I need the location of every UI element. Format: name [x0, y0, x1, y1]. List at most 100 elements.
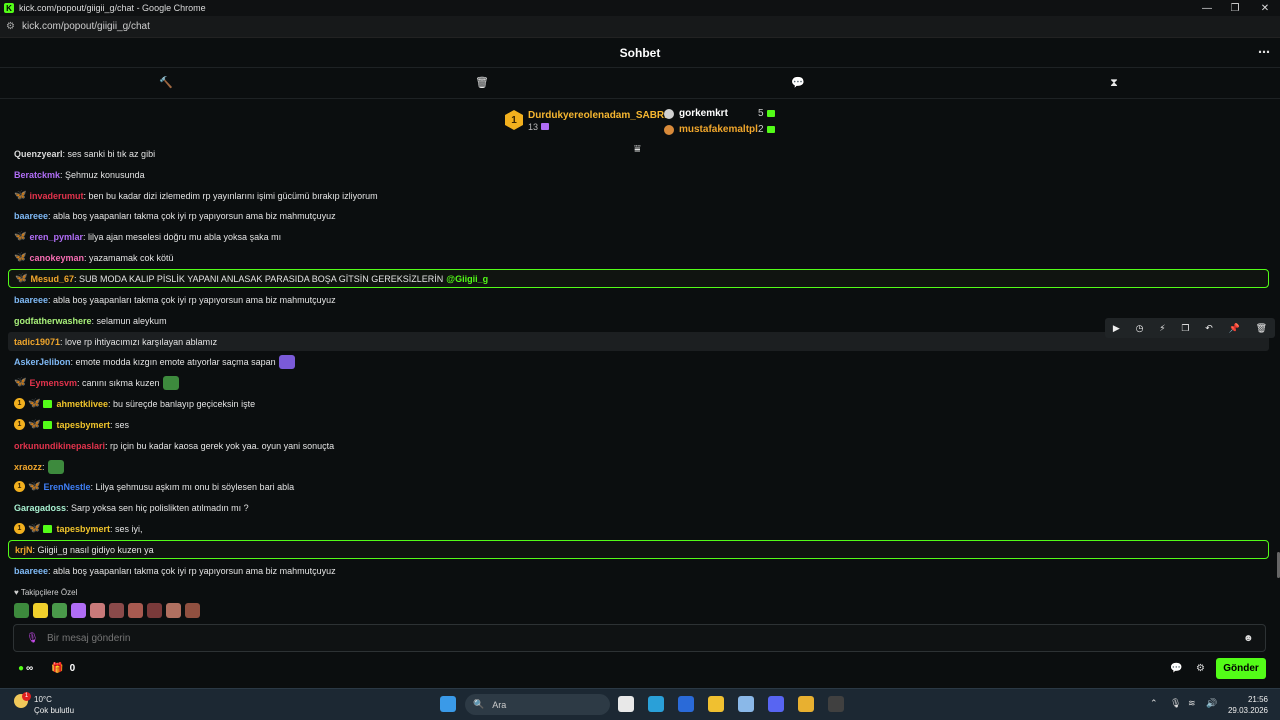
trash-icon[interactable]: 🗑 — [475, 76, 489, 90]
username[interactable]: ErenNestle — [43, 482, 90, 492]
taskbar-search[interactable]: 🔍 Ara — [465, 694, 610, 715]
hourglass-icon[interactable]: ⧗ — [1107, 76, 1121, 90]
chat-message[interactable]: godfatherwashere: selamun aleykum — [8, 311, 1269, 330]
username[interactable]: Beratckmk — [14, 170, 60, 180]
chat-message[interactable]: baareee: abla boş yaapanları takma çok i… — [8, 206, 1269, 225]
clock-icon[interactable]: ◷ — [1136, 323, 1144, 334]
wifi-icon[interactable]: ≋ — [1188, 698, 1196, 709]
more-options-icon[interactable]: ⋯ — [1258, 45, 1270, 59]
microphone-icon[interactable]: 🎙 — [1170, 698, 1181, 709]
username[interactable]: tapesbymert — [56, 420, 110, 430]
pepe-emote-icon[interactable] — [14, 603, 29, 618]
delete-icon[interactable]: 🗑 — [1256, 323, 1267, 334]
username[interactable]: krjN — [15, 545, 33, 555]
microphone-icon[interactable]: 🎙 — [26, 633, 39, 644]
pin-icon[interactable]: 📌 — [1229, 323, 1240, 334]
face-emote-icon[interactable] — [147, 603, 162, 618]
task-view-icon[interactable] — [618, 696, 634, 712]
undo-icon[interactable]: ↶ — [1205, 323, 1213, 334]
highlighted-chat-message[interactable]: 🦋 Mesud_67: SUB MODA KALIP PİSLİK YAPANI … — [8, 269, 1269, 288]
leaderboard-second[interactable]: gorkemkrt — [664, 108, 728, 119]
chat-message[interactable]: 1 🦋 ErenNestle: Lilya şehmusu aşkım mı onu… — [8, 477, 1269, 496]
volume-icon[interactable]: 🔊 — [1206, 698, 1217, 709]
weather-widget[interactable]: 1 10°C Çok bulutlu — [14, 692, 74, 716]
close-window-button[interactable]: ✕ — [1250, 0, 1280, 16]
chat-message[interactable]: baareee: abla boş yaapanları takma çok i… — [8, 290, 1269, 309]
message-composer[interactable]: 🎙 ☻ — [13, 624, 1266, 652]
gear-icon[interactable]: ⚙ — [1196, 663, 1205, 674]
chat-message[interactable]: Beratckmk: Şehmuz konusunda — [8, 165, 1269, 184]
username[interactable]: canokeyman — [29, 253, 84, 263]
chat-message[interactable]: Quenzyearl: ses sanki bi tık az gibi — [8, 146, 1269, 163]
windows-start-icon[interactable] — [440, 696, 456, 712]
chat-message[interactable]: 🦋 eren_pymlar: lilya ajan meselesi doğru … — [8, 227, 1269, 246]
chat-message[interactable]: baareee: abla boş yaapanları takma çok i… — [8, 561, 1269, 580]
username[interactable]: tapesbymert — [56, 524, 110, 534]
username[interactable]: eren_pymlar — [29, 232, 83, 242]
chat-message[interactable]: orkunundikinepaslari: rp için bu kadar k… — [8, 436, 1269, 455]
emoji-icon[interactable]: ☻ — [1243, 633, 1255, 644]
chat-tool-row: 🔨 🗑 💬 ⧗ — [0, 68, 1280, 99]
discord-icon[interactable] — [768, 696, 784, 712]
minimize-button[interactable]: — — [1192, 0, 1222, 16]
system-clock[interactable]: 21:56 29.03.2026 — [1228, 694, 1268, 716]
chevron-up-icon[interactable]: ⌃ — [1150, 698, 1158, 709]
username[interactable]: AskerJelibon — [14, 357, 71, 367]
maximize-button[interactable]: ❐ — [1220, 0, 1250, 16]
frog-emote-icon[interactable] — [52, 603, 67, 618]
moderation-action-bar: ▶ ◷ ⚡ ❐ ↶ 📌 🗑 — [1105, 318, 1275, 338]
app-icon[interactable] — [738, 696, 754, 712]
username[interactable]: xraozz — [14, 462, 42, 472]
face-emote-icon[interactable] — [128, 603, 143, 618]
url-text[interactable]: kick.com/popout/giigii_g/chat — [22, 21, 150, 32]
face-emote-icon[interactable] — [109, 603, 124, 618]
address-bar[interactable]: ⚙ kick.com/popout/giigii_g/chat — [0, 16, 1280, 38]
username[interactable]: Mesud_67 — [30, 274, 74, 284]
butterfly-emote-icon[interactable] — [71, 603, 86, 618]
username[interactable]: ahmetklivee — [56, 399, 108, 409]
face-emote-icon[interactable] — [166, 603, 181, 618]
face-emote-icon[interactable] — [185, 603, 200, 618]
username[interactable]: baareee — [14, 566, 48, 576]
copy-icon[interactable]: ❐ — [1181, 323, 1189, 334]
username[interactable]: godfatherwashere — [14, 316, 92, 326]
username[interactable]: tadic19071 — [14, 337, 60, 347]
store-icon[interactable] — [678, 696, 694, 712]
chat-message[interactable]: AskerJelibon: emote modda kızgın emote a… — [8, 352, 1269, 371]
hovered-chat-message[interactable]: tadic19071: love rp ihtiyacımızı karşıla… — [8, 332, 1269, 351]
chat-bubble-icon[interactable]: 💬 — [791, 76, 805, 90]
leaderboard-first[interactable]: 1 Durdukyereolenadam_SABRI 13 — [505, 110, 667, 132]
play-icon[interactable]: ▶ — [1113, 323, 1120, 334]
gift-box-icon[interactable]: 🎁 — [51, 663, 63, 674]
username[interactable]: invaderumut — [29, 191, 83, 201]
face-emote-icon[interactable] — [90, 603, 105, 618]
app-icon[interactable] — [828, 696, 844, 712]
timeout-icon[interactable]: ⚡ — [1159, 323, 1165, 334]
chat-message[interactable]: 1 🦋 ahmetklivee: bu süreçde banlayıp geçic… — [8, 394, 1269, 413]
username[interactable]: Garagadoss — [14, 503, 66, 513]
leaderboard-third[interactable]: mustafakemaltpl — [664, 124, 758, 135]
username[interactable]: orkunundikinepaslari — [14, 441, 105, 451]
username[interactable]: Eymensvm — [29, 378, 77, 388]
username[interactable]: baareee — [14, 295, 48, 305]
chat-settings-bubble-icon[interactable]: 💬 — [1170, 663, 1182, 674]
send-button[interactable]: Gönder — [1216, 658, 1266, 679]
site-settings-icon[interactable]: ⚙ — [6, 21, 22, 32]
chat-message[interactable]: 🦋 invaderumut: ben bu kadar dizi izlemedi… — [8, 186, 1269, 205]
hammer-icon[interactable]: 🔨 — [159, 76, 173, 90]
chat-message[interactable]: xraozz: — [8, 457, 1269, 476]
chrome-icon[interactable] — [798, 696, 814, 712]
chat-message[interactable]: 1 🦋 tapesbymert: ses — [8, 415, 1269, 434]
chat-message[interactable]: Garagadoss: Sarp yoksa sen hiç polislikt… — [8, 498, 1269, 517]
username[interactable]: Quenzyearl — [14, 149, 63, 159]
file-explorer-icon[interactable] — [708, 696, 724, 712]
edge-icon[interactable] — [648, 696, 664, 712]
message-input[interactable] — [47, 632, 1243, 644]
username[interactable]: baareee — [14, 211, 48, 221]
mention[interactable]: @Giigii_g — [446, 274, 488, 284]
chat-message[interactable]: 🦋 canokeyman: yazamamak cok kötü — [8, 248, 1269, 267]
chat-message[interactable]: 🦋 Eymensvm: canını sıkma kuzen — [8, 373, 1269, 392]
cat-emote-icon[interactable] — [33, 603, 48, 618]
highlighted-chat-message[interactable]: krjN: Giigii_g nasıl gidiyo kuzen ya — [8, 540, 1269, 559]
chat-message[interactable]: 1 🦋 tapesbymert: ses iyi, — [8, 519, 1269, 538]
